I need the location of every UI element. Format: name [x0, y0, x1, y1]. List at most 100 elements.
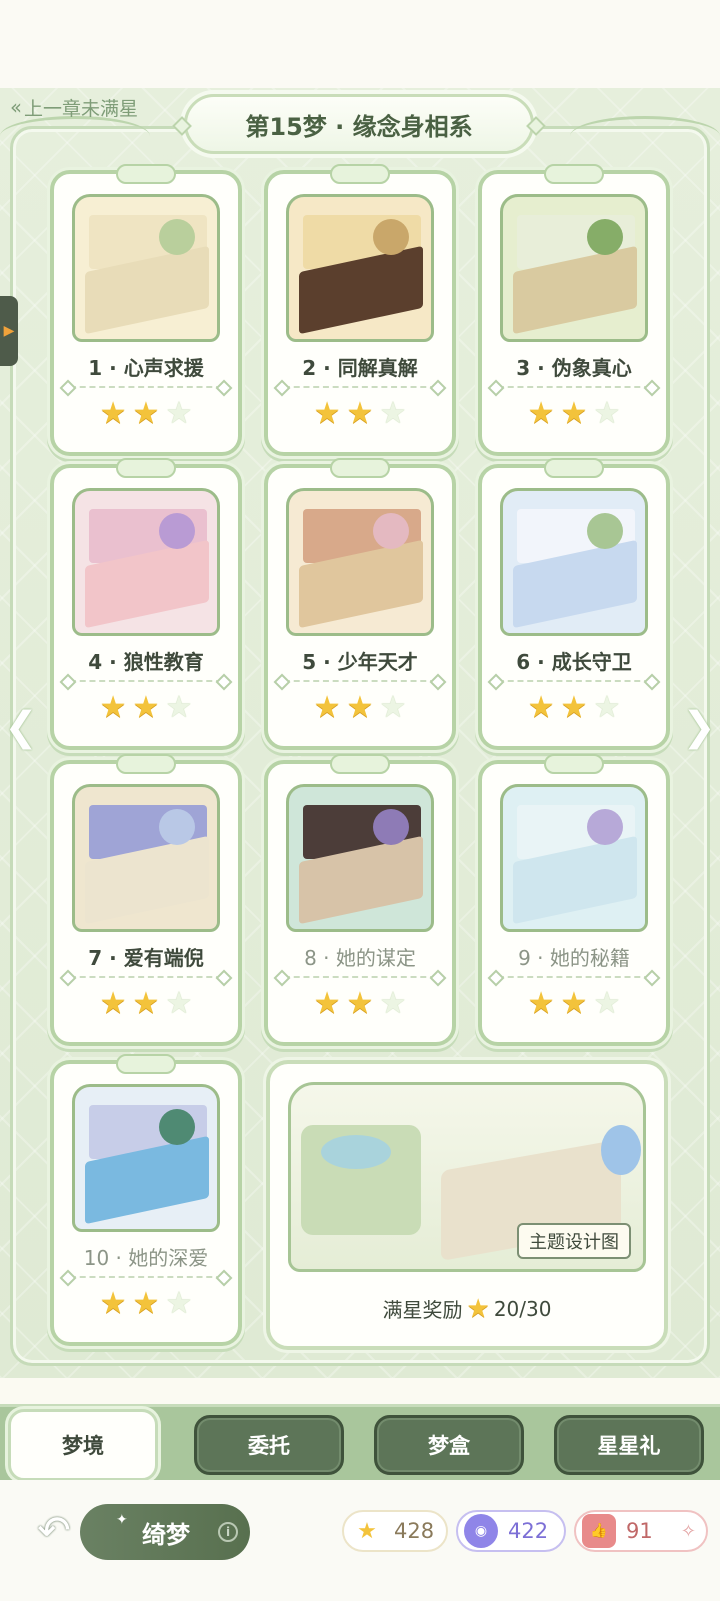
page-prev-arrow[interactable]: ❮: [2, 700, 40, 754]
star-filled-icon: ★: [527, 986, 555, 1021]
mode-label: 绮梦: [142, 1520, 190, 1549]
stage-card[interactable]: 3 · 伪象真心 ★ ★ ★: [478, 164, 670, 456]
like-currency[interactable]: 👍 91 ✧: [574, 1510, 708, 1552]
stage-room-thumbnail: [72, 1084, 220, 1232]
bow-ornament-icon: [116, 458, 176, 478]
full-star-reward-card[interactable]: 主题设计图 满星奖励 ★ 20/30: [266, 1060, 668, 1350]
theme-design-tag: 主题设计图: [517, 1223, 631, 1259]
tab-dream-box[interactable]: 梦盒: [374, 1415, 524, 1475]
stage-star-rating: ★ ★ ★: [54, 988, 238, 1020]
star-filled-icon: ★: [99, 690, 127, 725]
mode-selector[interactable]: ✦ 绮梦 i: [80, 1504, 250, 1560]
tab-label: 星星礼: [597, 1434, 661, 1458]
stage-card[interactable]: 2 · 同解真解 ★ ★ ★: [264, 164, 456, 456]
back-arrow-icon: ↶: [37, 1508, 71, 1554]
stage-star-rating: ★ ★ ★: [268, 692, 452, 724]
star-count: 428: [394, 1519, 435, 1543]
stage-label: 3 · 伪象真心: [516, 356, 632, 380]
room-tree: [587, 513, 623, 549]
pool-image: [321, 1135, 391, 1169]
bow-ornament-icon: [544, 458, 604, 478]
thumbs-up-icon: 👍: [582, 1514, 616, 1548]
star-icon: ★: [466, 1293, 490, 1324]
dashed-divider: [70, 976, 222, 978]
status-area: [0, 0, 720, 88]
stage-label: 10 · 她的深爱: [83, 1246, 209, 1270]
stage-star-rating: ★ ★ ★: [482, 692, 666, 724]
like-count: 91: [626, 1519, 653, 1543]
star-filled-icon: ★: [99, 986, 127, 1021]
stage-card[interactable]: 1 · 心声求援 ★ ★ ★: [50, 164, 242, 456]
page-next-arrow[interactable]: ❯: [680, 700, 718, 754]
reward-label: 满星奖励: [382, 1298, 463, 1322]
star-currency[interactable]: ★ 428: [342, 1510, 448, 1552]
stage-card[interactable]: 10 · 她的深爱 ★ ★ ★: [50, 1054, 242, 1346]
stage-label: 9 · 她的秘籍: [518, 946, 630, 970]
bow-ornament-icon: [544, 754, 604, 774]
back-button[interactable]: ↶: [26, 1506, 82, 1556]
dashed-divider: [498, 386, 650, 388]
dashed-divider: [284, 680, 436, 682]
room-tree: [587, 809, 623, 845]
vine-decoration-right: [570, 116, 720, 156]
tab-label: 梦盒: [428, 1434, 470, 1458]
star-filled-icon: ★: [560, 986, 588, 1021]
info-icon[interactable]: i: [218, 1522, 238, 1542]
previous-chapter-link[interactable]: ‹‹ 上一章未满星: [10, 92, 138, 122]
theme-design-preview: 主题设计图: [288, 1082, 646, 1272]
room-tree: [373, 809, 409, 845]
stage-room-thumbnail: [286, 784, 434, 932]
star-empty-icon: ★: [165, 396, 193, 431]
star-filled-icon: ★: [346, 396, 374, 431]
stage-label: 8 · 她的谋定: [304, 946, 416, 970]
vine-decoration-left: [0, 116, 150, 156]
bottom-tab-bar: 梦境 委托 梦盒 星星礼: [0, 1404, 720, 1481]
add-sparkle-icon[interactable]: ✧: [681, 1521, 696, 1542]
star-filled-icon: ★: [346, 690, 374, 725]
dashed-divider: [70, 680, 222, 682]
room-tree: [159, 1109, 195, 1145]
chevron-left-icon: ❮: [4, 704, 38, 750]
tab-commission[interactable]: 委托: [194, 1415, 344, 1475]
gem-currency[interactable]: ◉ 422: [456, 1510, 566, 1552]
stage-card[interactable]: 9 · 她的秘籍 ★ ★ ★: [478, 754, 670, 1046]
star-empty-icon: ★: [379, 396, 407, 431]
stage-card[interactable]: 6 · 成长守卫 ★ ★ ★: [478, 458, 670, 750]
star-filled-icon: ★: [132, 690, 160, 725]
bow-ornament-icon: [116, 164, 176, 184]
sparkle-icon: ✦: [116, 1512, 128, 1528]
room-tree: [587, 219, 623, 255]
stage-card[interactable]: 5 · 少年天才 ★ ★ ★: [264, 458, 456, 750]
dashed-divider: [498, 976, 650, 978]
star-empty-icon: ★: [165, 690, 193, 725]
stage-label: 6 · 成长守卫: [516, 650, 632, 674]
bow-ornament-icon: [544, 164, 604, 184]
bow-ornament-icon: [116, 1054, 176, 1074]
reward-progress-value: 20/30: [493, 1296, 552, 1321]
stage-room-thumbnail: [500, 194, 648, 342]
star-filled-icon: ★: [346, 986, 374, 1021]
stage-label: 1 · 心声求援: [88, 356, 204, 380]
stage-label: 4 · 狼性教育: [88, 650, 204, 674]
star-filled-icon: ★: [99, 1286, 127, 1321]
bow-ornament-icon: [330, 754, 390, 774]
tab-dreamland[interactable]: 梦境: [8, 1409, 158, 1481]
gem-count: 422: [508, 1519, 549, 1543]
stage-card[interactable]: 7 · 爱有端倪 ★ ★ ★: [50, 754, 242, 1046]
stage-card[interactable]: 8 · 她的谋定 ★ ★ ★: [264, 754, 456, 1046]
star-empty-icon: ★: [379, 986, 407, 1021]
side-drawer-handle[interactable]: ▶: [0, 296, 18, 366]
stage-card[interactable]: 4 · 狼性教育 ★ ★ ★: [50, 458, 242, 750]
stage-room-thumbnail: [72, 784, 220, 932]
star-empty-icon: ★: [593, 986, 621, 1021]
stage-label: 2 · 同解真解: [302, 356, 418, 380]
gem-icon: ◉: [464, 1514, 498, 1548]
stage-star-rating: ★ ★ ★: [268, 988, 452, 1020]
dashed-divider: [70, 386, 222, 388]
dashed-divider: [70, 1276, 222, 1278]
room-tree: [159, 809, 195, 845]
stage-room-thumbnail: [72, 194, 220, 342]
tab-star-gift[interactable]: 星星礼: [554, 1415, 704, 1475]
star-empty-icon: ★: [593, 396, 621, 431]
dashed-divider: [284, 976, 436, 978]
